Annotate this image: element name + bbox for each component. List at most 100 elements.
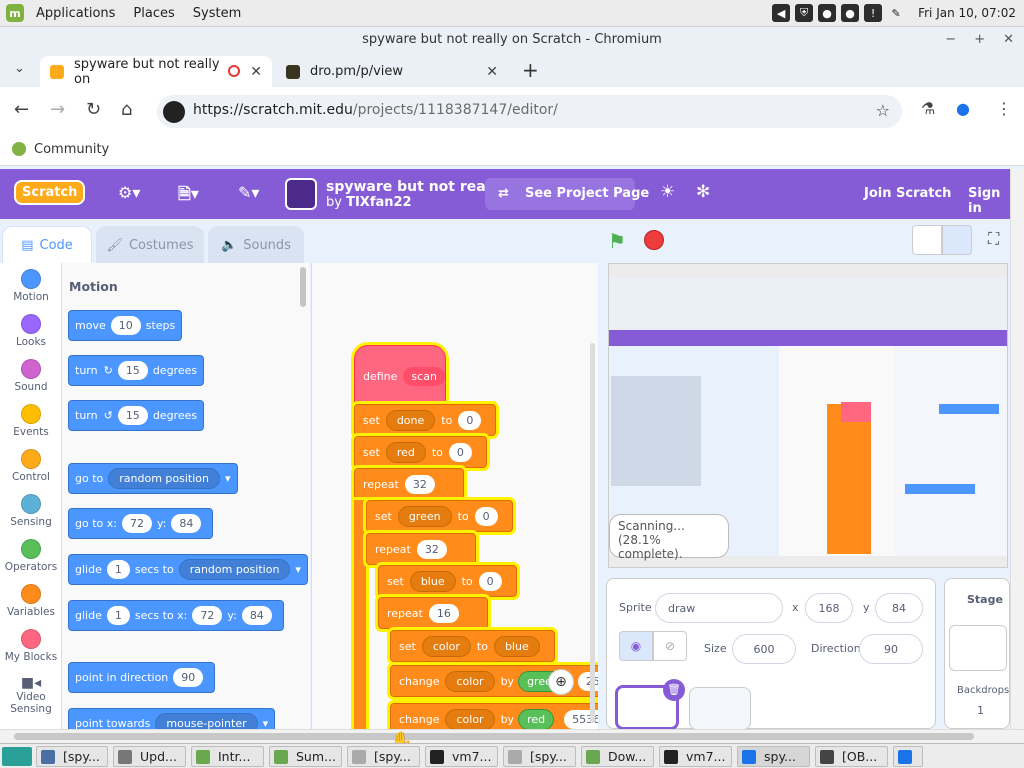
sprite-size-input[interactable]: 600 <box>732 634 796 664</box>
sprite-direction-input[interactable]: 90 <box>859 634 923 664</box>
scratch-logo[interactable]: Scratch <box>14 180 86 205</box>
set-color-block[interactable]: set color to blue <box>390 630 555 662</box>
menu-places[interactable]: Places <box>133 6 174 21</box>
maximize-icon[interactable]: + <box>974 27 985 53</box>
notification-icon[interactable]: ! <box>864 4 883 22</box>
block-glide-random[interactable]: glide 1 secs to random position ▾ <box>68 554 308 585</box>
author-link[interactable]: TIXfan22 <box>346 195 412 210</box>
tab-code[interactable]: ▤ Code <box>2 226 92 263</box>
change-color-red-block[interactable]: change color by red 5536 <box>390 703 598 729</box>
taskbar-item-8[interactable]: Dow... <box>581 746 654 767</box>
settings-gear-icon[interactable]: ⚙▾ <box>118 183 140 202</box>
small-stage-button[interactable] <box>912 225 942 255</box>
close-tab-icon[interactable]: ✕ <box>486 64 498 80</box>
page-horizontal-scrollbar[interactable] <box>0 729 1024 743</box>
mint-menu-icon[interactable]: m <box>6 4 24 22</box>
file-menu-icon[interactable]: 🗎▾ <box>178 183 199 210</box>
theme-bulb-icon[interactable]: ☀ <box>660 182 675 202</box>
bookmark-community[interactable]: Community <box>34 142 109 157</box>
taskbar-item-3[interactable]: Intr... <box>191 746 264 767</box>
taskbar-item-2[interactable]: Upd... <box>113 746 186 767</box>
edit-menu-icon[interactable]: ✎▾ <box>238 183 259 202</box>
back-icon[interactable]: ← <box>14 99 29 120</box>
set-blue-block[interactable]: set blue to 0 <box>378 565 517 597</box>
category-events[interactable]: Events <box>0 404 62 438</box>
block-turn-right[interactable]: turn ↻ 15 degrees <box>68 355 205 386</box>
block-go-to[interactable]: go to random position ▾ <box>68 463 238 494</box>
profile-icon[interactable]: ● <box>956 99 970 118</box>
large-stage-button[interactable] <box>942 225 972 255</box>
clock[interactable]: Fri Jan 10, 07:02 <box>918 6 1016 20</box>
record-icon[interactable]: ● <box>841 4 860 22</box>
network-icon[interactable]: ● <box>818 4 837 22</box>
delete-trash-icon[interactable]: 🗑 <box>663 679 685 701</box>
tab-scratch-project[interactable]: spyware but not really on ✕ <box>40 56 272 87</box>
labs-flask-icon[interactable]: ⚗ <box>921 99 935 118</box>
stage-selector-panel[interactable]: Stage Backdrops 1 <box>944 578 1010 729</box>
green-flag-icon[interactable]: ⚑ <box>608 229 626 253</box>
volume-icon[interactable]: ◀ <box>772 4 791 22</box>
address-bar[interactable]: https://scratch.mit.edu/projects/1118387… <box>157 95 902 128</box>
close-tab-icon[interactable]: ✕ <box>250 64 262 80</box>
category-my-blocks[interactable]: My Blocks <box>0 629 62 663</box>
tab-dro-pm[interactable]: dro.pm/p/view ✕ <box>276 56 508 87</box>
zoom-in-icon[interactable]: ⊕ <box>548 669 574 695</box>
url-text[interactable]: https://scratch.mit.edu/projects/1118387… <box>193 102 558 118</box>
block-turn-left[interactable]: turn ↺ 15 degrees <box>68 400 205 431</box>
menu-kebab-icon[interactable]: ⋮ <box>996 99 1012 118</box>
block-glide-xy[interactable]: glide 1 secs to x: 72 y: 84 <box>68 600 284 631</box>
camera-indicator-icon[interactable] <box>163 101 185 123</box>
category-motion[interactable]: Motion <box>0 269 62 303</box>
repeat-32-block[interactable]: repeat 32 <box>354 468 464 500</box>
tab-costumes[interactable]: 🖌 Costumes <box>96 226 204 263</box>
page-vertical-scrollbar[interactable] <box>1010 169 1024 729</box>
horizontal-scroll-thumb[interactable] <box>14 733 974 740</box>
menu-system[interactable]: System <box>193 6 241 21</box>
stop-icon[interactable] <box>644 230 664 250</box>
taskbar-item-10[interactable]: spy... <box>737 746 810 767</box>
sprite-name-input[interactable]: draw <box>655 593 783 623</box>
project-title[interactable]: spyware but not really <box>326 179 504 195</box>
workspace-scrollbar[interactable] <box>590 343 595 723</box>
palette-scrollbar[interactable] <box>300 267 306 307</box>
taskbar-item-12[interactable] <box>893 746 923 767</box>
taskbar-item-1[interactable]: [spy... <box>36 746 108 767</box>
category-variables[interactable]: Variables <box>0 584 62 618</box>
new-tab-icon[interactable]: + <box>522 58 539 82</box>
category-sensing[interactable]: Sensing <box>0 494 62 528</box>
block-move[interactable]: move 10 steps <box>68 310 183 341</box>
sprite-y-input[interactable]: 84 <box>875 593 923 623</box>
category-video-sensing[interactable]: ■◂ Video Sensing <box>0 675 62 715</box>
reload-icon[interactable]: ↻ <box>86 99 101 120</box>
set-red-block[interactable]: set red to 0 <box>354 436 487 468</box>
bookmark-star-icon[interactable]: ☆ <box>876 101 890 120</box>
block-point-towards[interactable]: point towards mouse-pointer ▾ <box>68 708 276 729</box>
define-scan-block[interactable]: define scan <box>354 345 446 407</box>
repeat-16-block[interactable]: repeat 16 <box>378 597 488 629</box>
block-point-direction[interactable]: point in direction 90 <box>68 662 216 693</box>
sign-in-link[interactable]: Sign in <box>968 186 1010 216</box>
category-looks[interactable]: Looks <box>0 314 62 348</box>
forward-icon[interactable]: → <box>50 99 65 120</box>
set-done-block[interactable]: set done to 0 <box>354 404 497 436</box>
tab-search-chevron-icon[interactable]: ⌄ <box>14 61 25 76</box>
tab-sounds[interactable]: 🔈 Sounds <box>208 226 304 263</box>
repeat-32-inner-block[interactable]: repeat 32 <box>366 533 476 565</box>
category-control[interactable]: Control <box>0 449 62 483</box>
set-green-block[interactable]: set green to 0 <box>366 500 513 532</box>
taskbar-item-5[interactable]: [spy... <box>347 746 420 767</box>
stage-thumbnail[interactable] <box>949 625 1007 671</box>
debug-icon[interactable]: ✻ <box>696 182 710 202</box>
show-desktop-icon[interactable] <box>2 747 32 766</box>
block-go-to-xy[interactable]: go to x: 72 y: 84 <box>68 508 214 539</box>
close-window-icon[interactable]: ✕ <box>1003 27 1014 53</box>
sprite-thumbnail-empty[interactable] <box>689 687 751 730</box>
sprite-x-input[interactable]: 168 <box>805 593 853 623</box>
taskbar-item-9[interactable]: vm7... <box>659 746 732 767</box>
menu-applications[interactable]: Applications <box>36 6 115 21</box>
taskbar-item-6[interactable]: vm7... <box>425 746 498 767</box>
taskbar-item-7[interactable]: [spy... <box>503 746 576 767</box>
fullscreen-icon[interactable]: ⛶ <box>988 229 999 249</box>
taskbar-item-11[interactable]: [OB... <box>815 746 888 767</box>
pen-icon[interactable]: ✎ <box>887 4 905 22</box>
